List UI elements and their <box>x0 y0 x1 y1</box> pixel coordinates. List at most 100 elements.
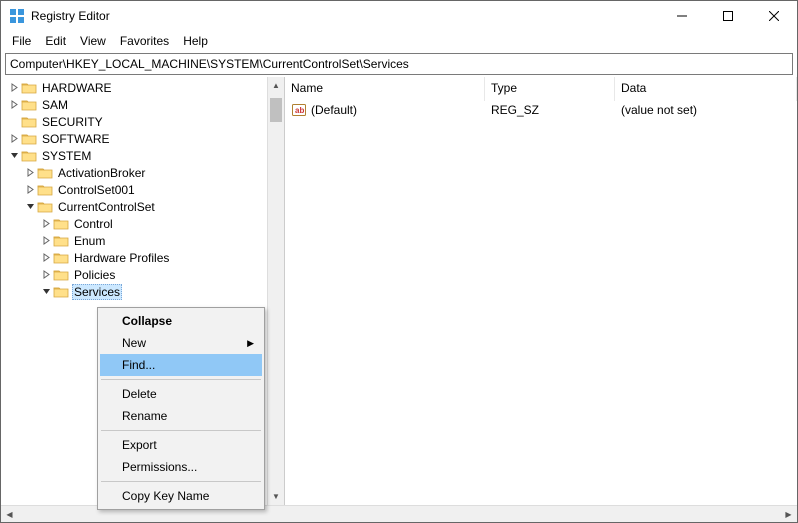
context-new[interactable]: New ▶ <box>100 332 262 354</box>
folder-icon <box>53 285 69 299</box>
scroll-right-arrow[interactable]: ▶ <box>780 506 797 522</box>
submenu-arrow-icon: ▶ <box>247 338 254 349</box>
menu-view[interactable]: View <box>73 32 113 50</box>
menubar: File Edit View Favorites Help <box>1 31 797 51</box>
tree-item-label: Hardware Profiles <box>72 251 171 265</box>
value-name: (Default) <box>311 103 357 117</box>
expand-toggle-icon[interactable] <box>39 251 53 265</box>
folder-icon <box>53 251 69 265</box>
column-header-name[interactable]: Name <box>285 77 485 101</box>
context-separator <box>101 379 261 380</box>
expand-toggle-icon[interactable] <box>39 217 53 231</box>
folder-icon <box>37 183 53 197</box>
value-row[interactable]: ab (Default) REG_SZ (value not set) <box>285 101 797 119</box>
address-bar[interactable]: Computer\HKEY_LOCAL_MACHINE\SYSTEM\Curre… <box>5 53 793 75</box>
context-permissions[interactable]: Permissions... <box>100 456 262 478</box>
expand-toggle-icon[interactable] <box>7 81 21 95</box>
menu-edit[interactable]: Edit <box>38 32 73 50</box>
tree-item-label: Services <box>72 284 122 300</box>
window-controls <box>659 1 797 31</box>
column-header-type[interactable]: Type <box>485 77 615 101</box>
context-rename[interactable]: Rename <box>100 405 262 427</box>
tree-item-label: ControlSet001 <box>56 183 137 197</box>
value-type: REG_SZ <box>485 103 615 117</box>
expand-toggle-icon[interactable] <box>23 166 37 180</box>
expand-toggle-icon[interactable] <box>39 234 53 248</box>
tree-item-label: SECURITY <box>40 115 105 129</box>
svg-text:ab: ab <box>295 106 304 115</box>
tree-item-label: Enum <box>72 234 107 248</box>
tree-item-label: SYSTEM <box>40 149 93 163</box>
string-value-icon: ab <box>291 102 307 118</box>
tree-item[interactable]: SOFTWARE <box>5 130 284 147</box>
scroll-up-arrow[interactable]: ▲ <box>268 77 284 94</box>
tree-item[interactable]: Policies <box>5 266 284 283</box>
window-title: Registry Editor <box>31 9 659 23</box>
scroll-left-arrow[interactable]: ◀ <box>1 506 18 522</box>
scroll-thumb[interactable] <box>270 98 282 122</box>
folder-icon <box>21 149 37 163</box>
value-data: (value not set) <box>615 103 797 117</box>
registry-tree[interactable]: HARDWARE SAM SECURITY SOFTWARE SYSTEM Activat… <box>1 77 284 302</box>
values-header: Name Type Data <box>285 77 797 101</box>
collapse-toggle-icon[interactable] <box>7 149 21 163</box>
expand-toggle-icon[interactable] <box>23 183 37 197</box>
tree-item[interactable]: Enum <box>5 232 284 249</box>
context-separator <box>101 430 261 431</box>
tree-item-label: Control <box>72 217 115 231</box>
close-button[interactable] <box>751 1 797 31</box>
tree-item[interactable]: ActivationBroker <box>5 164 284 181</box>
context-delete[interactable]: Delete <box>100 383 262 405</box>
tree-item-label: SAM <box>40 98 70 112</box>
folder-icon <box>21 81 37 95</box>
tree-item[interactable]: CurrentControlSet <box>5 198 284 215</box>
values-panel: Name Type Data ab (Default) <box>285 77 797 505</box>
folder-icon <box>37 200 53 214</box>
folder-icon <box>21 115 37 129</box>
address-path: Computer\HKEY_LOCAL_MACHINE\SYSTEM\Curre… <box>10 57 409 71</box>
column-header-data[interactable]: Data <box>615 77 797 101</box>
expand-toggle-icon[interactable] <box>39 268 53 282</box>
tree-item[interactable]: SECURITY <box>5 113 284 130</box>
tree-item-label: SOFTWARE <box>40 132 112 146</box>
registry-editor-window: Registry Editor File Edit View Favorites… <box>0 0 798 523</box>
minimize-button[interactable] <box>659 1 705 31</box>
tree-item-label: Policies <box>72 268 117 282</box>
tree-item[interactable]: HARDWARE <box>5 79 284 96</box>
tree-item[interactable]: SYSTEM <box>5 147 284 164</box>
tree-item[interactable]: ControlSet001 <box>5 181 284 198</box>
expand-toggle-icon[interactable] <box>7 132 21 146</box>
tree-item[interactable]: Hardware Profiles <box>5 249 284 266</box>
titlebar: Registry Editor <box>1 1 797 31</box>
tree-item-label: HARDWARE <box>40 81 114 95</box>
folder-icon <box>53 268 69 282</box>
tree-item[interactable]: Services <box>5 283 284 300</box>
context-export[interactable]: Export <box>100 434 262 456</box>
context-collapse[interactable]: Collapse <box>100 310 262 332</box>
context-separator <box>101 481 261 482</box>
tree-item-label: CurrentControlSet <box>56 200 157 214</box>
tree-item[interactable]: SAM <box>5 96 284 113</box>
folder-icon <box>53 217 69 231</box>
expand-toggle-icon[interactable] <box>7 98 21 112</box>
tree-vertical-scrollbar[interactable]: ▲ ▼ <box>267 77 284 505</box>
context-copy-key-name[interactable]: Copy Key Name <box>100 485 262 507</box>
menu-file[interactable]: File <box>5 32 38 50</box>
menu-favorites[interactable]: Favorites <box>113 32 176 50</box>
collapse-toggle-icon[interactable] <box>39 285 53 299</box>
maximize-button[interactable] <box>705 1 751 31</box>
context-menu: Collapse New ▶ Find... Delete Rename Exp… <box>97 307 265 510</box>
content-area: HARDWARE SAM SECURITY SOFTWARE SYSTEM Activat… <box>1 77 797 505</box>
context-find[interactable]: Find... <box>100 354 262 376</box>
app-icon <box>9 8 25 24</box>
tree-item-label: ActivationBroker <box>56 166 147 180</box>
folder-icon <box>21 98 37 112</box>
folder-icon <box>21 132 37 146</box>
folder-icon <box>37 166 53 180</box>
menu-help[interactable]: Help <box>176 32 215 50</box>
values-list[interactable]: ab (Default) REG_SZ (value not set) <box>285 101 797 505</box>
scroll-down-arrow[interactable]: ▼ <box>268 488 284 505</box>
folder-icon <box>53 234 69 248</box>
collapse-toggle-icon[interactable] <box>23 200 37 214</box>
tree-item[interactable]: Control <box>5 215 284 232</box>
